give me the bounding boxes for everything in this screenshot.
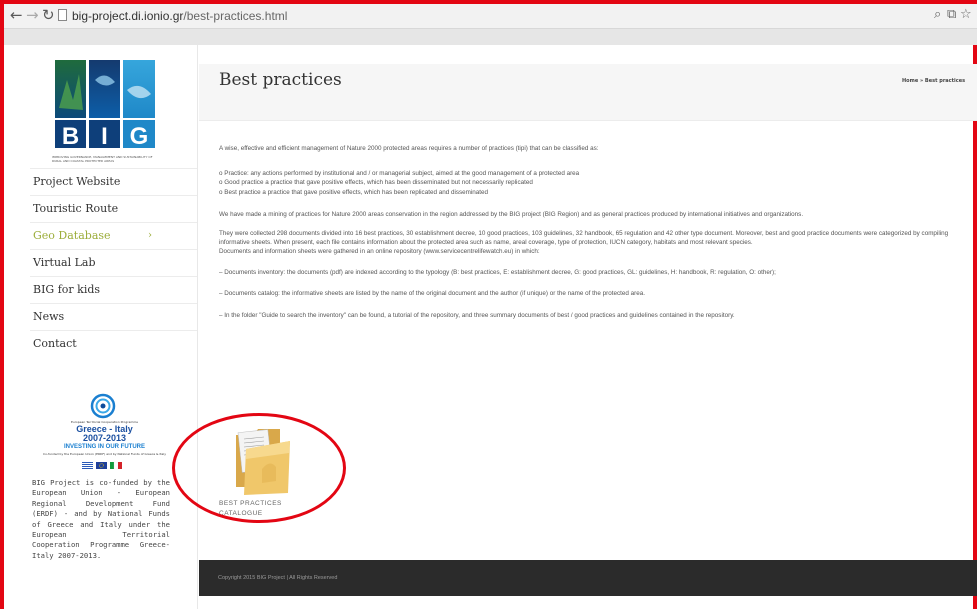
definition-practice: o Practice: any actions performed by ins… xyxy=(219,170,580,178)
definition-good-practice: o Good practice a practice that gave pos… xyxy=(219,179,533,187)
logo-letter-i: I xyxy=(101,123,108,150)
folder-bullet: – In the folder "Guide to search the inv… xyxy=(219,312,735,320)
logo-letter-g: G xyxy=(130,123,149,150)
sidebar-item-project-website[interactable]: Project Website xyxy=(30,168,197,195)
reload-icon[interactable]: ↻ xyxy=(42,7,55,23)
bookmarks-bar xyxy=(4,29,977,45)
programme-name: Greece - Italy 2007-2013 xyxy=(32,425,177,443)
breadcrumb[interactable]: Home » Best practices xyxy=(902,78,965,84)
logo-caption: IMPROVING GOVERNANCE, MANAGEMENT AND SUS… xyxy=(52,155,153,163)
annotation-circle xyxy=(172,413,346,523)
sidebar-item-label: Project Website xyxy=(33,175,121,188)
flags-icon xyxy=(82,462,122,469)
chevron-right-icon: › xyxy=(148,230,152,241)
sidebar-item-contact[interactable]: Contact xyxy=(30,330,197,357)
mining-paragraph: We have made a mining of practices for N… xyxy=(219,210,804,218)
sidebar-item-label: Virtual Lab xyxy=(33,256,96,269)
sidebar-item-label: Touristic Route xyxy=(33,202,119,215)
intro-paragraph: A wise, effective and efficient manageme… xyxy=(219,145,599,152)
translate-icon[interactable]: ⧉ xyxy=(947,7,956,22)
back-arrow-icon[interactable]: ← xyxy=(10,7,23,23)
repository-paragraph: Documents and information sheets were ga… xyxy=(219,248,540,256)
programme-funding-note: Co-funded by the European Union (ERDF) a… xyxy=(43,452,166,456)
browser-toolbar: ← → ↻ big-project.di.ionio.gr/best-pract… xyxy=(4,4,977,29)
page-icon xyxy=(58,9,67,21)
sidebar-item-touristic-route[interactable]: Touristic Route xyxy=(30,195,197,222)
programme-emblem-icon xyxy=(90,393,116,419)
inventory-bullet: – Documents inventory: the documents (pd… xyxy=(219,268,776,276)
sidebar-item-label: News xyxy=(33,310,65,323)
copyright-text: Copyright 2015 BIG Project | All Rights … xyxy=(218,575,338,581)
sidebar-item-geo-database[interactable]: Geo Database › xyxy=(30,222,197,249)
bookmark-star-icon[interactable]: ☆ xyxy=(960,7,972,22)
cofunding-text: BIG Project is co-funded by the European… xyxy=(32,478,170,560)
sidebar-item-label: BIG for kids xyxy=(33,283,101,296)
url-domain: big-project.di.ionio.gr xyxy=(72,9,184,23)
catalog-bullet: – Documents catalog: the informative she… xyxy=(219,289,645,297)
address-bar[interactable]: big-project.di.ionio.gr/best-practices.h… xyxy=(72,9,287,23)
programme-slogan: INVESTING IN OUR FUTURE xyxy=(63,444,145,450)
url-path: /best-practices.html xyxy=(183,9,288,23)
collected-paragraph: They were collected 298 documents divide… xyxy=(219,230,949,247)
forward-arrow-icon[interactable]: → xyxy=(26,7,39,23)
menu-icon[interactable]: ⋮ xyxy=(973,7,977,22)
logo-letter-b: B xyxy=(62,123,79,150)
sidebar-item-big-for-kids[interactable]: BIG for kids xyxy=(30,276,197,303)
sidebar-item-virtual-lab[interactable]: Virtual Lab xyxy=(30,249,197,276)
sidebar-item-news[interactable]: News xyxy=(30,303,197,330)
article-content: A wise, effective and efficient manageme… xyxy=(219,144,957,320)
sidebar-item-label: Geo Database xyxy=(33,229,111,242)
sidebar-item-label: Contact xyxy=(33,337,77,350)
page-title: Best practices xyxy=(219,70,342,90)
programme-name-line2: 2007-2013 xyxy=(82,433,127,443)
sidebar-menu: Project Website Touristic Route Geo Data… xyxy=(30,168,197,357)
definition-best-practice: o Best practice a practice that gave pos… xyxy=(219,188,489,196)
big-logo[interactable]: B I G xyxy=(55,60,155,150)
zoom-icon[interactable]: ⌕ xyxy=(934,7,941,22)
sidebar: B I G IMPROVING GOVERNANCE, MANAGEMENT A… xyxy=(12,45,198,609)
